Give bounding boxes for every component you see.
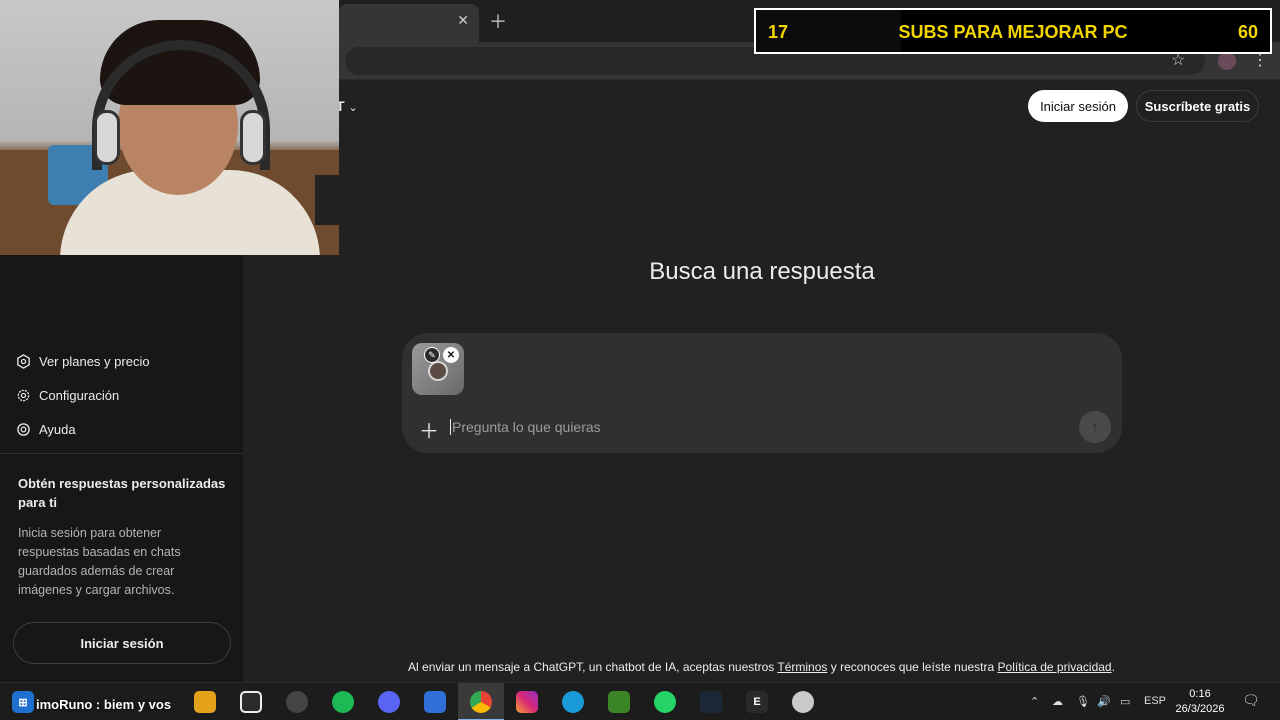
store-icon[interactable] [424,691,446,713]
promo-body: Inicia sesión para obtener respuestas ba… [18,526,181,597]
whatsapp-icon[interactable] [654,691,676,713]
sidebar-item-label: Ayuda [39,422,76,437]
clock[interactable]: 0:16 26/3/2026 [1172,687,1228,717]
clock-time: 0:16 [1189,688,1211,700]
language-indicator[interactable]: ESP [1144,695,1166,707]
plans-icon [17,354,30,369]
file-explorer-icon[interactable] [194,691,216,713]
model-selector[interactable]: T ⌄ [336,98,358,114]
help-icon [17,423,30,436]
disclaimer-middle: y reconoces que leíste nuestra [830,660,995,674]
steam-icon[interactable] [700,691,722,713]
screen: ✕ ＋ — ❐ ✕ ☆ ⋮ Ver planes y precio Config… [0,0,1280,720]
add-attachment-icon[interactable]: ＋ [419,415,439,444]
goal-label: SUBS PARA MEJORAR PC [898,22,1128,42]
composer: ✎ ✕ ＋ ↑ [402,333,1122,453]
chrome-icon[interactable] [470,691,492,713]
remove-attachment-icon[interactable]: ✕ [443,347,459,363]
sidebar-item-settings[interactable]: Configuración [16,388,119,403]
chevron-down-icon: ⌄ [348,102,358,114]
clock-date: 26/3/2026 [1175,703,1225,715]
disclaimer-prefix: Al enviar un mensaje a ChatGPT, un chatb… [408,660,775,674]
arrow-up-icon: ↑ [1091,418,1099,436]
edge-icon[interactable] [562,691,584,713]
sidebar-item-plans[interactable]: Ver planes y precio [16,354,150,369]
disclaimer: Al enviar un mensaje a ChatGPT, un chatb… [243,660,1280,674]
app-icon[interactable] [240,691,262,713]
image-preview [428,361,448,381]
disclaimer-suffix: . [1111,660,1115,674]
start-icon[interactable]: ⊞ [12,691,34,713]
page-title: Busca una respuesta [649,258,875,285]
volume-icon[interactable]: 🔊 [1097,695,1111,708]
taskbar: ⊞ imoRuno : biem y vos E ⌃ ☁ 🎙 🔊 ▭ ESP 0… [0,682,1280,720]
epic-games-icon[interactable]: E [746,691,768,713]
browser-tab[interactable]: ✕ [339,4,479,42]
privacy-link[interactable]: Política de privacidad [998,660,1112,674]
goal-target: 60 [1237,22,1258,42]
minecraft-icon[interactable] [608,691,630,713]
notifications-icon[interactable]: 🗨 [1242,692,1260,709]
microphone-icon[interactable]: 🎙 [1076,695,1090,708]
spotify-icon[interactable] [332,691,354,713]
prompt-input[interactable] [450,419,1050,435]
network-icon[interactable]: ▭ [1120,695,1130,708]
sidebar-item-label: Ver planes y precio [39,354,150,369]
sidebar-item-help[interactable]: Ayuda [16,422,76,437]
paint-icon[interactable] [792,691,814,713]
gear-icon [17,389,30,402]
login-button[interactable]: Iniciar sesión [1028,90,1128,122]
new-tab-icon[interactable]: ＋ [489,8,507,34]
instagram-icon[interactable] [516,691,538,713]
webcam-speaker [315,175,339,225]
chat-ticker: imoRuno : biem y vos [36,697,172,712]
edit-image-icon[interactable]: ✎ [424,347,440,363]
sidebar-item-label: Configuración [39,388,120,403]
sidebar-divider [0,453,243,454]
headphone-right-cup [240,110,266,165]
promo-title: Obtén respuestas personalizadas para ti [18,476,226,510]
profile-avatar[interactable] [1218,52,1236,70]
speedometer-icon[interactable] [286,691,308,713]
chevron-up-icon[interactable]: ⌃ [1030,695,1039,708]
sidebar-login-button[interactable]: Iniciar sesión [13,622,231,664]
terms-link[interactable]: Términos [777,660,827,674]
close-tab-icon[interactable]: ✕ [457,12,469,29]
signup-button[interactable]: Suscríbete gratis [1136,90,1259,122]
onedrive-icon[interactable]: ☁ [1052,695,1063,708]
headphone-left-cup [94,110,120,165]
discord-icon[interactable] [378,691,400,713]
subscriber-goal-overlay: 17 SUBS PARA MEJORAR PC 60 [754,8,1272,54]
webcam-overlay [0,0,339,255]
send-button[interactable]: ↑ [1079,411,1111,443]
